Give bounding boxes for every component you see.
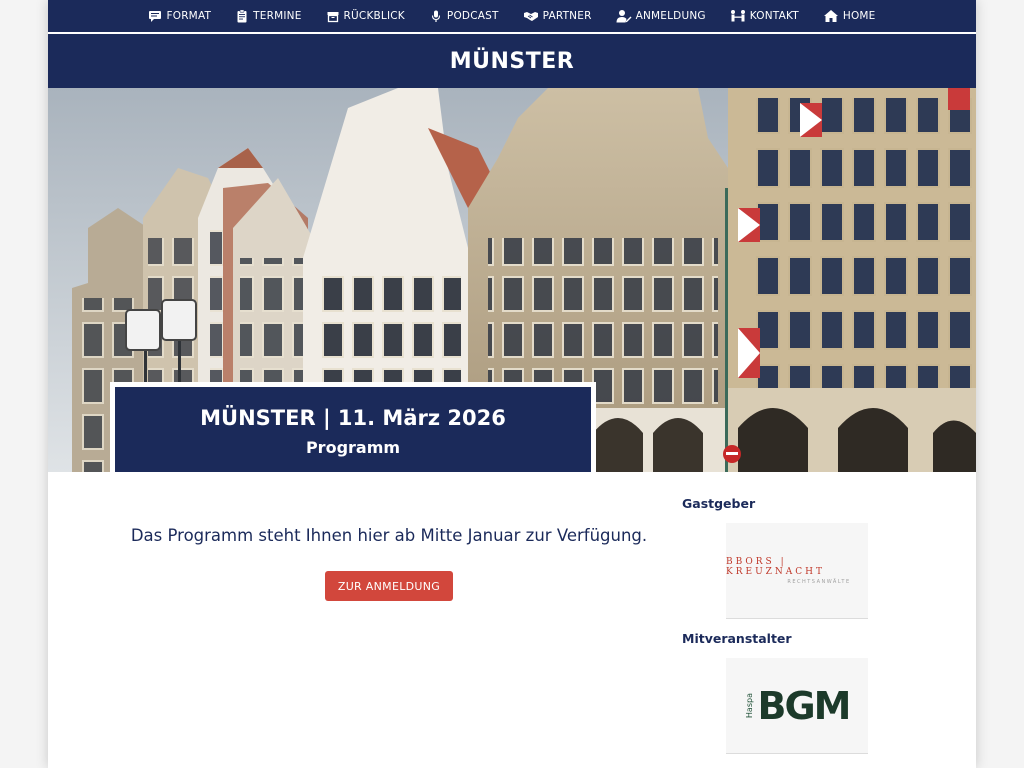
microphone-icon xyxy=(431,10,440,22)
page-title: MÜNSTER xyxy=(48,34,976,88)
host-heading: Gastgeber xyxy=(682,496,756,511)
coorganizer-heading: Mitveranstalter xyxy=(682,631,792,646)
sidebar: Gastgeber BBORS | KREUZNACHT RECHTSANWÄL… xyxy=(682,496,922,766)
hero-caption-box: MÜNSTER | 11. März 2026 Programm xyxy=(110,382,596,472)
user-edit-icon xyxy=(616,10,632,23)
hero-caption: MÜNSTER | 11. März 2026 Programm xyxy=(115,387,591,472)
nav-label-rueckblick: RÜCKBLICK xyxy=(343,10,405,22)
host-logo-card[interactable]: BBORS | KREUZNACHT RECHTSANWÄLTE xyxy=(726,523,868,619)
nav-item-anmeldung[interactable]: ANMELDUNG xyxy=(604,0,718,32)
nav-label-partner: PARTNER xyxy=(542,10,592,22)
coorganizer-logo-small: Haspa xyxy=(744,692,754,719)
nav-item-home[interactable]: HOME xyxy=(811,0,888,32)
hero-image: MÜNSTER | 11. März 2026 Programm xyxy=(48,88,976,472)
main-content: Das Programm steht Ihnen hier ab Mitte J… xyxy=(48,472,976,768)
chat-bubble-icon xyxy=(149,11,162,22)
coorganizer-logo-wordmark: BGM xyxy=(757,683,852,728)
page: FORMAT TERMINE RÜCKBLICK PODCAST PARTNER… xyxy=(48,0,976,768)
host-logo-wordmark: BBORS | KREUZNACHT xyxy=(726,556,826,577)
people-contact-icon xyxy=(730,10,745,22)
host-logo-subtitle: RECHTSANWÄLTE xyxy=(787,578,851,585)
handshake-icon xyxy=(523,12,538,21)
clipboard-icon xyxy=(237,9,247,23)
nav-item-podcast[interactable]: PODCAST xyxy=(417,0,511,32)
registration-button[interactable]: ZUR ANMELDUNG xyxy=(325,571,453,601)
nav-label-home: HOME xyxy=(842,10,876,22)
host-logo: BBORS | KREUZNACHT RECHTSANWÄLTE xyxy=(726,557,868,585)
nav-item-partner[interactable]: PARTNER xyxy=(511,0,604,32)
nav-label-podcast: PODCAST xyxy=(446,10,499,22)
hero-event-title: MÜNSTER | 11. März 2026 xyxy=(200,405,506,430)
top-navigation: FORMAT TERMINE RÜCKBLICK PODCAST PARTNER… xyxy=(48,0,976,32)
program-notice: Das Programm steht Ihnen hier ab Mitte J… xyxy=(130,526,648,545)
nav-label-anmeldung: ANMELDUNG xyxy=(635,10,706,22)
nav-item-rueckblick[interactable]: RÜCKBLICK xyxy=(314,0,417,32)
nav-item-kontakt[interactable]: KONTAKT xyxy=(718,0,811,32)
nav-label-format: FORMAT xyxy=(166,10,212,22)
home-icon xyxy=(823,10,838,22)
nav-item-format[interactable]: FORMAT xyxy=(136,0,223,32)
nav-label-termine: TERMINE xyxy=(253,10,302,22)
archive-box-icon xyxy=(327,12,339,23)
nav-label-kontakt: KONTAKT xyxy=(749,10,799,22)
hero-subtitle: Programm xyxy=(305,437,401,457)
coorganizer-logo: Haspa BGM xyxy=(744,683,852,728)
nav-item-termine[interactable]: TERMINE xyxy=(223,0,313,32)
coorganizer-logo-card[interactable]: Haspa BGM xyxy=(726,658,868,754)
page-title-text: MÜNSTER xyxy=(449,48,575,74)
